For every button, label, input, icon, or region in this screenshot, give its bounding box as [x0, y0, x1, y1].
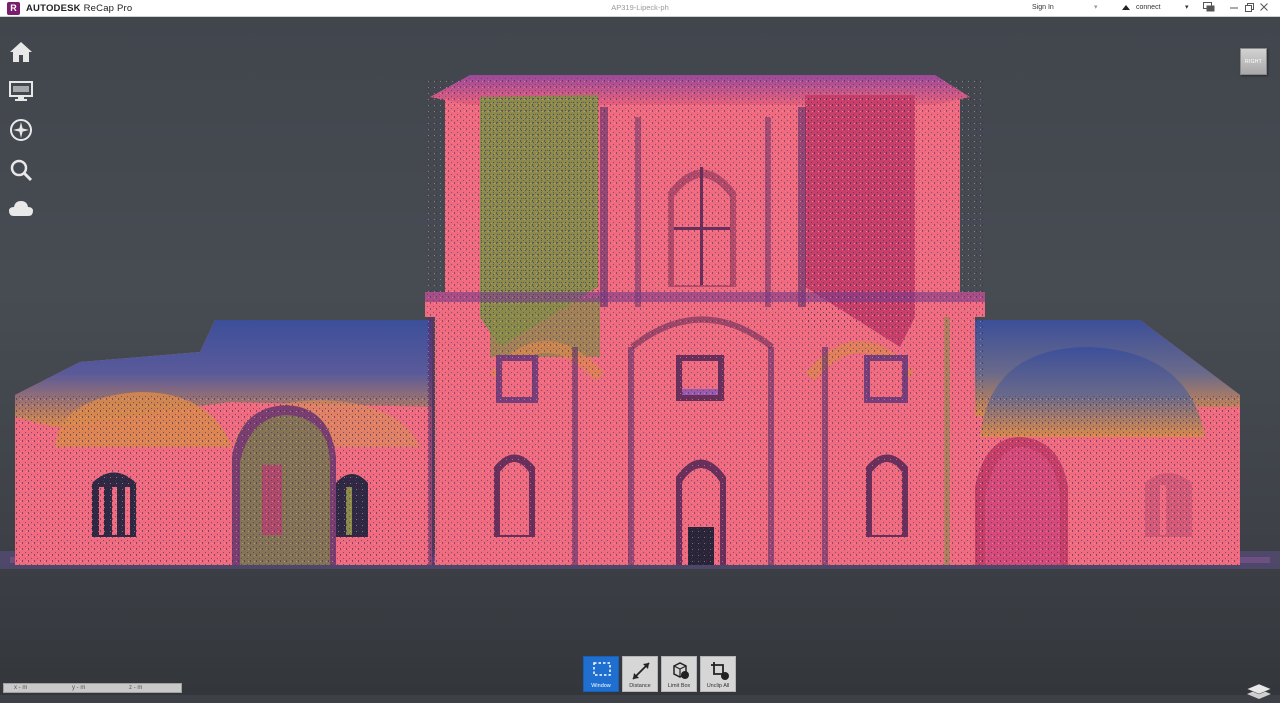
navigation-wheel-icon [10, 119, 32, 141]
point-cloud-viewport[interactable]: RIGHT [0, 17, 1280, 699]
unclip-all-icon [711, 662, 729, 680]
restore-icon[interactable] [1244, 2, 1254, 13]
view-cube[interactable]: RIGHT [1240, 48, 1267, 75]
display-settings-icon [9, 81, 33, 101]
tool-label: Window [591, 683, 611, 689]
display-settings-button[interactable] [8, 78, 34, 104]
unclip-all-tool[interactable]: Unclip All [700, 656, 736, 692]
home-button[interactable] [8, 39, 34, 65]
window-select-tool[interactable]: Window [583, 656, 619, 692]
connect-menu[interactable]: connect [1136, 4, 1161, 11]
window-select-icon [593, 662, 611, 676]
sign-in-button[interactable]: Sign In [1032, 4, 1054, 11]
sign-in-dropdown-arrow[interactable]: ▾ [1094, 3, 1098, 11]
navigation-wheel-button[interactable] [8, 117, 34, 143]
title-bar: R AUTODESK ReCap Pro AP319-Lipeck-ph Sig… [0, 0, 1280, 17]
search-icon [10, 159, 33, 182]
limit-box-tool[interactable]: Limit Box [661, 656, 697, 692]
product-name: ReCap Pro [83, 2, 133, 14]
app-title: AUTODESK ReCap Pro [26, 3, 132, 14]
brand-name: AUTODESK [26, 2, 81, 14]
tool-label: Distance [629, 683, 651, 689]
bottom-toolbar: Window Distance Limit Box Unclip All [583, 656, 736, 692]
tool-label: Unclip All [706, 683, 730, 689]
y-coordinate: y - m [72, 685, 86, 691]
cloud-button[interactable] [8, 196, 34, 222]
minimize-icon[interactable] [1229, 2, 1239, 13]
connect-dropdown-arrow[interactable]: ▾ [1185, 3, 1189, 11]
distance-tool[interactable]: Distance [622, 656, 658, 692]
search-button[interactable] [8, 157, 34, 183]
point-cloud-scan[interactable] [0, 17, 1280, 695]
x-coordinate: x - m [14, 685, 28, 691]
coordinates-readout: x - m y - m z - m [3, 683, 182, 693]
layers-icon[interactable] [1245, 679, 1273, 703]
connect-icon [1122, 5, 1130, 10]
close-icon[interactable] [1259, 2, 1269, 13]
distance-icon [632, 662, 650, 680]
tool-label: Limit Box [667, 683, 691, 689]
chat-icon[interactable] [1203, 2, 1215, 13]
z-coordinate: z - m [129, 685, 143, 691]
home-icon [10, 42, 32, 62]
cloud-icon [9, 201, 33, 216]
limit-box-icon [673, 662, 689, 679]
recap-logo-icon: R [7, 1, 20, 15]
document-title: AP319-Lipeck-ph [611, 3, 669, 12]
